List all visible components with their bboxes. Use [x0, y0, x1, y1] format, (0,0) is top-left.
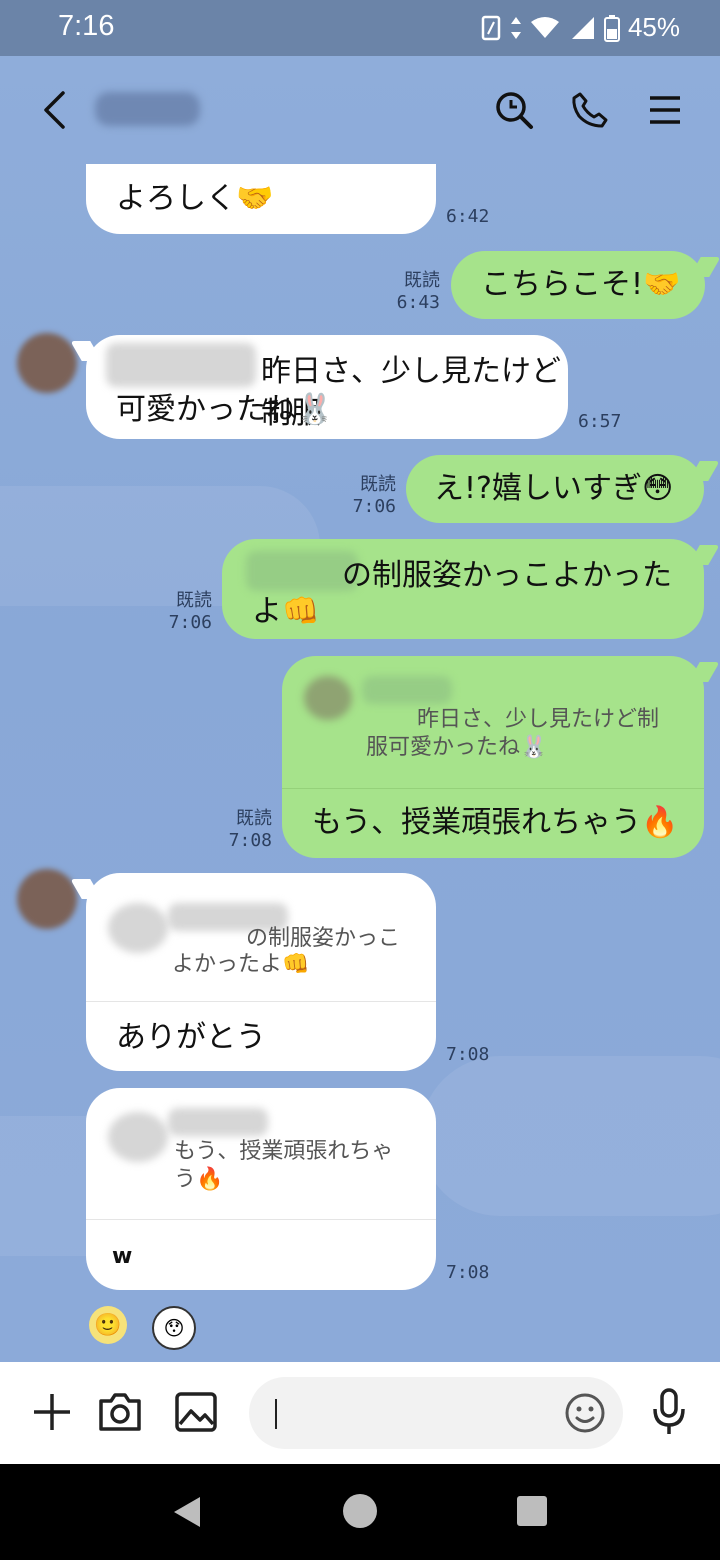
message-text: ありがとう	[116, 1020, 266, 1055]
quoted-avatar	[108, 1112, 168, 1162]
quote-text-line: 昨日さ、少し見たけど制	[417, 707, 660, 732]
quote-text-line: よかったよ👊	[172, 952, 310, 977]
call-button[interactable]	[568, 88, 612, 132]
quoted-avatar	[304, 676, 352, 720]
status-icons: 45%	[480, 12, 680, 43]
message-time: 6:42	[446, 206, 490, 227]
read-status: 既読 7:06	[168, 590, 212, 633]
quote-text-line: の制服姿かっこ	[246, 926, 401, 951]
divider	[282, 788, 704, 789]
camera-button[interactable]	[96, 1388, 144, 1436]
data-arrows-icon	[510, 16, 521, 39]
message-text: こちらこそ!🤝	[481, 267, 681, 302]
message-text-line: よ👊	[252, 594, 320, 629]
quoted-name	[362, 676, 452, 704]
voice-button[interactable]	[645, 1386, 693, 1438]
reply-quote[interactable]: もう、授業頑張れちゃ う🔥	[86, 1088, 436, 1218]
message-text-line: の制服姿かっこよかった	[342, 558, 672, 593]
reply-quote[interactable]: 昨日さ、少し見たけど制 服可愛かったね🐰	[282, 656, 704, 786]
system-nav-bar	[0, 1464, 720, 1560]
status-time: 7:16	[58, 10, 115, 42]
back-icon	[44, 91, 65, 129]
status-bar: 7:16 45%	[0, 0, 720, 56]
reaction-sticker[interactable]: 😯	[152, 1306, 196, 1350]
reply-bubble-incoming[interactable]: の制服姿かっこ よかったよ👊 ありがとう	[86, 873, 436, 1071]
text-cursor	[275, 1399, 277, 1429]
message-bubble-outgoing[interactable]: え!?嬉しいすぎ😳	[406, 455, 704, 523]
nav-recents-icon[interactable]	[516, 1495, 548, 1527]
message-text: もう、授業頑張れちゃう🔥	[312, 805, 679, 840]
battery-percent: 45%	[627, 12, 680, 42]
search-button[interactable]	[492, 88, 536, 132]
reply-bubble-incoming[interactable]: もう、授業頑張れちゃ う🔥 w	[86, 1088, 436, 1290]
plus-icon	[34, 1394, 70, 1430]
search-icon	[496, 92, 533, 129]
quote-text-line: 服可愛かったね🐰	[366, 735, 548, 760]
microphone-icon	[653, 1388, 685, 1434]
quote-text-line: う🔥	[174, 1167, 224, 1192]
image-icon	[175, 1392, 217, 1432]
vibrate-icon	[481, 15, 501, 40]
divider	[86, 1001, 436, 1002]
message-bubble-outgoing[interactable]: こちらこそ!🤝	[451, 251, 705, 319]
camera-icon	[99, 1393, 141, 1431]
avatar[interactable]	[17, 869, 77, 929]
read-status: 既読 7:08	[228, 808, 272, 851]
avatar[interactable]	[17, 333, 77, 393]
message-text: よろしく🤝	[116, 181, 274, 216]
nav-back-icon[interactable]	[170, 1494, 204, 1530]
message-time: 7:08	[228, 830, 272, 851]
signal-icon	[571, 16, 594, 39]
divider	[86, 1219, 436, 1220]
message-bubble-outgoing[interactable]: の制服姿かっこよかった よ👊	[222, 539, 704, 639]
message-text-line: 可愛かったね🐰	[116, 392, 334, 427]
nav-home-icon[interactable]	[342, 1493, 378, 1529]
message-time: 7:08	[446, 1262, 490, 1283]
image-button[interactable]	[172, 1388, 220, 1436]
quote-text-line: もう、授業頑張れちゃ	[174, 1139, 394, 1164]
blurred-name	[106, 343, 256, 387]
message-text: え!?嬉しいすぎ😳	[434, 471, 674, 506]
contact-name[interactable]	[95, 92, 200, 126]
message-time: 7:06	[352, 496, 396, 517]
menu-button[interactable]	[645, 90, 685, 130]
read-status: 既読 7:06	[352, 474, 396, 517]
menu-icon	[650, 96, 680, 124]
reaction-smile[interactable]: 🙂	[89, 1306, 127, 1344]
reply-bubble-outgoing[interactable]: 昨日さ、少し見たけど制 服可愛かったね🐰 もう、授業頑張れちゃう🔥	[282, 656, 704, 858]
wifi-icon	[530, 16, 559, 38]
message-time: 7:06	[168, 612, 212, 633]
back-button[interactable]	[34, 88, 74, 132]
emoji-icon	[565, 1393, 605, 1433]
message-time: 7:08	[446, 1044, 490, 1065]
add-button[interactable]	[28, 1388, 76, 1436]
message-bubble-incoming[interactable]: 昨日さ、少し見たけど制服 可愛かったね🐰	[86, 335, 568, 439]
message-time: 6:43	[396, 292, 440, 313]
message-time: 6:57	[578, 411, 622, 432]
read-status: 既読 6:43	[396, 270, 440, 313]
phone-icon	[572, 92, 608, 128]
message-text: w	[112, 1244, 133, 1269]
quoted-avatar	[108, 903, 168, 953]
reply-quote[interactable]: の制服姿かっこ よかったよ👊	[86, 873, 436, 999]
battery-icon	[603, 14, 620, 42]
message-bubble-incoming[interactable]: よろしく🤝	[86, 164, 436, 234]
emoji-button[interactable]	[562, 1390, 608, 1436]
quoted-name	[168, 1108, 268, 1136]
